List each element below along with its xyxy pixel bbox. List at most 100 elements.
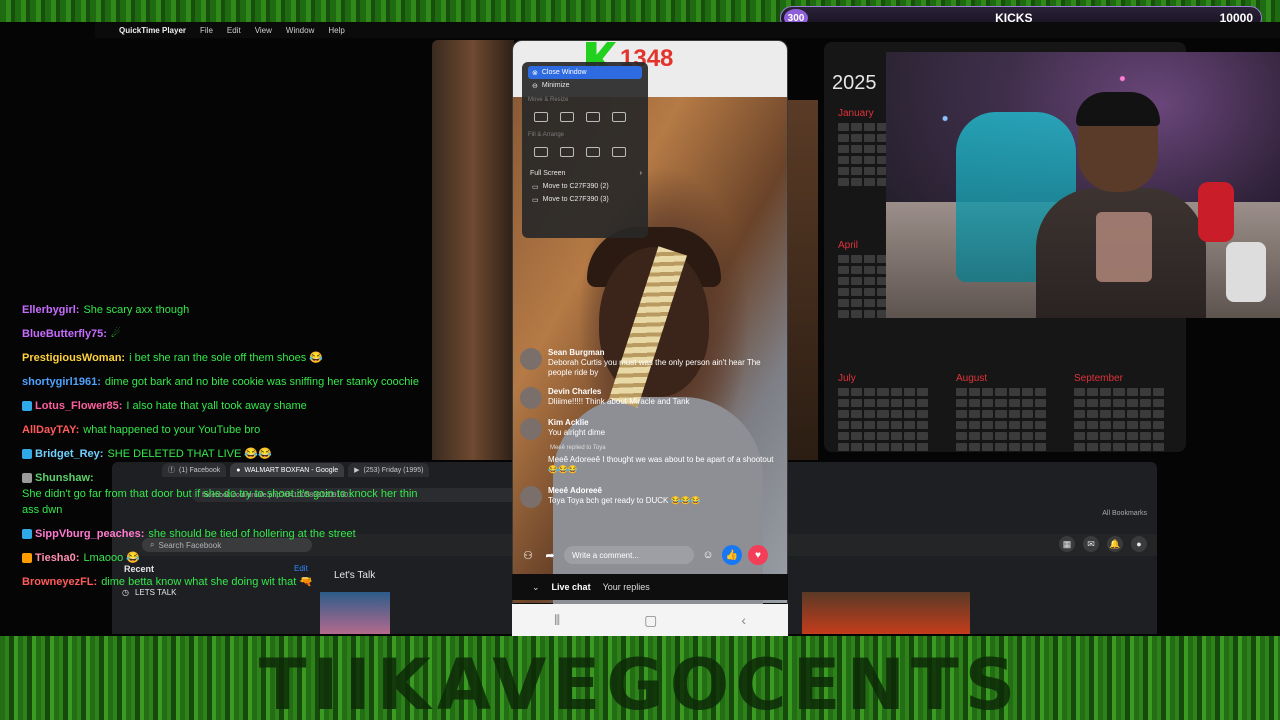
chat-username[interactable]: Tiesha0:	[35, 550, 79, 566]
calendar-day-cell[interactable]	[1152, 410, 1164, 418]
calendar-day-cell[interactable]	[864, 156, 876, 164]
calendar-month-september[interactable]: September	[1074, 373, 1164, 451]
calendar-day-cell[interactable]	[851, 299, 863, 307]
live-comment[interactable]: Devin Charles Dliiime!!!!! Think about Mi…	[520, 387, 782, 409]
split-icon[interactable]	[560, 147, 574, 157]
calendar-day-cell[interactable]	[838, 443, 850, 451]
calendar-day-cell[interactable]	[838, 145, 850, 153]
add-guest-icon[interactable]: ⚇	[520, 547, 536, 563]
calendar-day-cell[interactable]	[1139, 399, 1151, 407]
calendar-day-cell[interactable]	[1139, 388, 1151, 396]
calendar-day-cell[interactable]	[864, 178, 876, 186]
calendar-day-cell[interactable]	[851, 388, 863, 396]
calendar-day-cell[interactable]	[851, 288, 863, 296]
chat-username[interactable]: BrowneyezFL:	[22, 574, 97, 590]
calendar-day-cell[interactable]	[838, 167, 850, 175]
calendar-day-cell[interactable]	[1113, 421, 1125, 429]
calendar-day-cell[interactable]	[1074, 421, 1086, 429]
emoji-icon[interactable]: ☺	[700, 547, 716, 563]
calendar-day-cell[interactable]	[1087, 388, 1099, 396]
calendar-day-cell[interactable]	[890, 410, 902, 418]
chat-username[interactable]: SippVburg_peaches:	[35, 526, 144, 542]
calendar-day-cell[interactable]	[1034, 388, 1046, 396]
calendar-day-cell[interactable]	[916, 421, 928, 429]
collapse-chevron-icon[interactable]: ⌄	[532, 582, 540, 593]
back-icon[interactable]: ‹	[741, 612, 746, 628]
calendar-day-cell[interactable]	[982, 421, 994, 429]
calendar-day-cell[interactable]	[982, 443, 994, 451]
calendar-day-cell[interactable]	[851, 134, 863, 142]
home-icon[interactable]: ▢	[644, 612, 657, 629]
calendar-day-cell[interactable]	[1100, 388, 1112, 396]
calendar-month-august[interactable]: August	[956, 373, 1046, 451]
calendar-day-cell[interactable]	[877, 443, 889, 451]
calendar-day-cell[interactable]	[982, 399, 994, 407]
calendar-day-cell[interactable]	[838, 410, 850, 418]
calendar-day-cell[interactable]	[864, 277, 876, 285]
like-button[interactable]: 👍	[722, 545, 742, 565]
comment-input[interactable]: Write a comment...	[564, 546, 694, 564]
calendar-day-cell[interactable]	[838, 123, 850, 131]
calendar-day-cell[interactable]	[1021, 421, 1033, 429]
calendar-day-cell[interactable]	[851, 310, 863, 318]
calendar-day-cell[interactable]	[1074, 410, 1086, 418]
calendar-day-cell[interactable]	[890, 388, 902, 396]
calendar-day-cell[interactable]	[851, 421, 863, 429]
calendar-day-cell[interactable]	[851, 145, 863, 153]
menu-minimize[interactable]: ⊖ Minimize	[528, 79, 642, 92]
calendar-day-cell[interactable]	[1034, 432, 1046, 440]
calendar-day-cell[interactable]	[1152, 388, 1164, 396]
calendar-month-july[interactable]: July	[838, 373, 928, 451]
calendar-day-cell[interactable]	[1074, 399, 1086, 407]
calendar-day-cell[interactable]	[890, 399, 902, 407]
calendar-day-cell[interactable]	[982, 388, 994, 396]
calendar-day-cell[interactable]	[1100, 443, 1112, 451]
calendar-day-cell[interactable]	[1100, 410, 1112, 418]
calendar-day-cell[interactable]	[995, 432, 1007, 440]
calendar-day-cell[interactable]	[1113, 410, 1125, 418]
calendar-day-cell[interactable]	[838, 399, 850, 407]
calendar-day-cell[interactable]	[1008, 388, 1020, 396]
apps-grid-icon[interactable]: ▦	[1059, 536, 1075, 552]
calendar-day-cell[interactable]	[969, 399, 981, 407]
calendar-day-cell[interactable]	[838, 299, 850, 307]
calendar-day-cell[interactable]	[1100, 399, 1112, 407]
menu-full-screen[interactable]: Full Screen ›	[528, 166, 642, 180]
calendar-day-cell[interactable]	[838, 421, 850, 429]
tile-bottom-icon[interactable]	[612, 112, 626, 122]
calendar-day-cell[interactable]	[956, 399, 968, 407]
calendar-day-cell[interactable]	[838, 388, 850, 396]
calendar-day-cell[interactable]	[1152, 432, 1164, 440]
quad-icon[interactable]	[612, 147, 626, 157]
calendar-day-cell[interactable]	[864, 134, 876, 142]
calendar-day-cell[interactable]	[851, 123, 863, 131]
calendar-day-cell[interactable]	[851, 156, 863, 164]
calendar-day-cell[interactable]	[1021, 410, 1033, 418]
calendar-day-cell[interactable]	[903, 410, 915, 418]
calendar-day-cell[interactable]	[838, 134, 850, 142]
calendar-day-cell[interactable]	[1113, 443, 1125, 451]
calendar-day-cell[interactable]	[969, 432, 981, 440]
calendar-day-cell[interactable]	[956, 432, 968, 440]
fill-icon[interactable]	[534, 147, 548, 157]
calendar-day-cell[interactable]	[995, 410, 1007, 418]
live-comment[interactable]: Kim Acklie You alright dime	[520, 418, 782, 440]
notifications-icon[interactable]: 🔔	[1107, 536, 1123, 552]
calendar-day-cell[interactable]	[1008, 399, 1020, 407]
calendar-day-cell[interactable]	[1152, 421, 1164, 429]
calendar-day-cell[interactable]	[916, 410, 928, 418]
calendar-day-cell[interactable]	[864, 123, 876, 131]
calendar-day-cell[interactable]	[1087, 421, 1099, 429]
calendar-day-cell[interactable]	[1139, 410, 1151, 418]
chat-username[interactable]: Bridget_Rey:	[35, 446, 103, 462]
calendar-day-cell[interactable]	[969, 410, 981, 418]
love-button[interactable]: ♥	[748, 545, 768, 565]
share-icon[interactable]: ➦	[542, 547, 558, 563]
calendar-day-cell[interactable]	[877, 388, 889, 396]
calendar-day-cell[interactable]	[1008, 432, 1020, 440]
menu-app-name[interactable]: QuickTime Player	[119, 26, 186, 35]
calendar-day-cell[interactable]	[916, 399, 928, 407]
calendar-day-cell[interactable]	[969, 421, 981, 429]
calendar-day-cell[interactable]	[956, 410, 968, 418]
menu-move-display-2[interactable]: ▭ Move to C27F390 (2)	[528, 180, 642, 193]
